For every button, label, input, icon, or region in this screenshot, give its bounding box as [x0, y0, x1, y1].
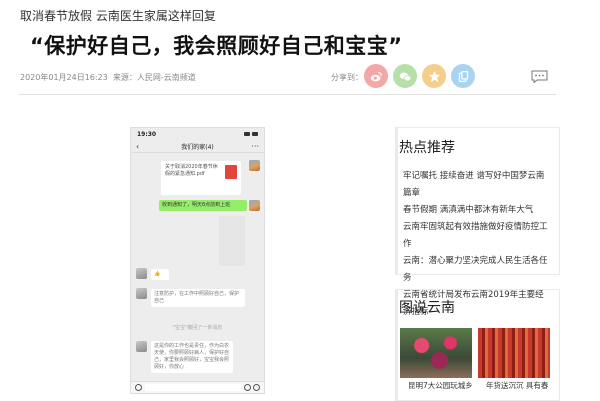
file-name: 关于取消2020年春节休假的紧急通知.pdf [165, 164, 218, 177]
avatar [136, 341, 147, 352]
avatar [136, 268, 147, 279]
back-arrow-icon: ‹ [136, 141, 140, 151]
qzone-star-icon [428, 70, 440, 82]
chat-bubble-received: 👍 [151, 269, 169, 280]
pdf-icon [225, 165, 237, 179]
photo-thumbnail[interactable] [478, 328, 550, 378]
chat-input-bar [131, 381, 264, 393]
file-message: 关于取消2020年春节休假的紧急通知.pdf [161, 161, 241, 195]
hot-link[interactable]: 云南牢固筑起有效措施做好疫情防控工作 [403, 219, 551, 253]
hot-link[interactable]: 云南：潜心聚力坚决完成人民生活各任务 [403, 253, 551, 287]
phone-status-bar: 19:30 [131, 128, 264, 140]
copy-link-icon [458, 70, 468, 82]
voice-icon [135, 384, 142, 391]
photo-caption[interactable]: 年货送沉沉 具有春 [486, 380, 548, 391]
chat-header: ‹ 我们的家(4) ··· [131, 140, 264, 153]
article-meta: 2020年01月24日16:23 来源：人民网-云南频道 [20, 72, 196, 83]
avatar [136, 288, 147, 299]
blurred-region [219, 216, 245, 266]
wechat-icon [399, 71, 411, 81]
hot-link[interactable]: 春节假期 满滇满中都沐有新年大气 [403, 202, 551, 219]
hot-link[interactable]: 牢记嘱托 接续奋进 谱写好中国梦云南篇章 [403, 168, 551, 202]
phone-time: 19:30 [137, 130, 157, 138]
chat-screenshot: 19:30 ‹ 我们的家(4) ··· 关于取消2020年春节休假的紧急通知.p… [130, 127, 265, 394]
recall-notice: "宝宝"撤回了一条消息 [172, 325, 223, 331]
chat-title: 我们的家(4) [181, 143, 214, 151]
hot-recommend-title: 热点推荐 [399, 140, 455, 156]
photo-caption[interactable]: 昆明7大公园玩城乡 [408, 380, 473, 391]
signal-icon [244, 132, 258, 136]
emoji-icon [244, 384, 251, 391]
avatar [249, 200, 260, 211]
publish-date: 2020年01月24日16:23 [20, 73, 108, 82]
chat-bubble-sent: 收到通知了，明天8点前到上班 [159, 200, 247, 211]
chat-bubble-received: 这是你的工作也是责任，作为白衣天使，你要照顾好病人，保护好自己，家里我会照顾好，… [151, 341, 233, 373]
chat-input [145, 384, 241, 391]
avatar [249, 160, 260, 171]
article-source: 来源：人民网-云南频道 [112, 73, 196, 82]
share-qzone-button[interactable] [422, 64, 446, 88]
chat-bubble-received: 注意防护，在工作中照顾好自己，保护自己 [151, 289, 245, 307]
share-wechat-button[interactable] [393, 64, 417, 88]
photo-thumbnail[interactable] [400, 328, 472, 378]
more-dots-icon: ··· [251, 141, 259, 151]
photo-yunnan-title: 图说云南 [399, 300, 455, 316]
article-headline: “保护好自己，我会照顾好自己和宝宝” [30, 34, 403, 58]
weibo-icon [370, 71, 382, 81]
copy-link-button[interactable] [451, 64, 475, 88]
header-divider [18, 94, 556, 95]
comment-icon[interactable] [531, 70, 548, 83]
plus-icon [253, 384, 260, 391]
article-subtitle: 取消春节放假 云南医生家属这样回复 [20, 9, 216, 23]
share-label: 分享到： [331, 73, 363, 82]
share-weibo-button[interactable] [364, 64, 388, 88]
